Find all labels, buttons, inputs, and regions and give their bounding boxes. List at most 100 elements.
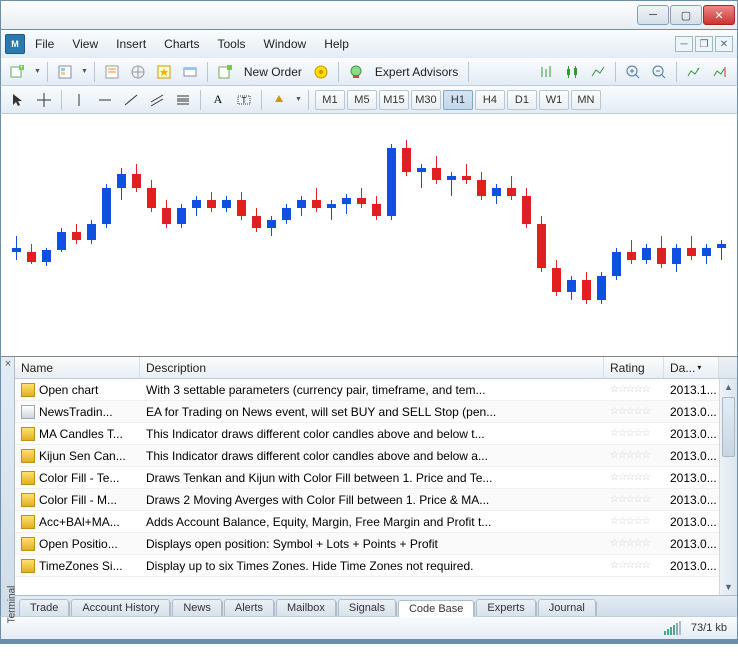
row-rating[interactable]: ☆☆☆☆☆ — [604, 511, 664, 532]
terminal-icon[interactable] — [179, 61, 201, 83]
terminal-close-button[interactable]: × — [2, 359, 14, 371]
table-row[interactable]: Open chartWith 3 settable parameters (cu… — [15, 379, 719, 401]
chevron-down-icon[interactable]: ▼ — [81, 68, 88, 75]
zoom-in-icon[interactable] — [622, 61, 644, 83]
tab-mailbox[interactable]: Mailbox — [276, 599, 336, 616]
tab-journal[interactable]: Journal — [538, 599, 596, 616]
timeframe-m30[interactable]: M30 — [411, 90, 441, 110]
auto-scroll-icon[interactable] — [683, 61, 705, 83]
bar-chart-icon[interactable] — [535, 61, 557, 83]
col-header-date[interactable]: Da...▾ — [664, 357, 719, 378]
col-header-description[interactable]: Description — [140, 357, 604, 378]
row-rating[interactable]: ☆☆☆☆☆ — [604, 423, 664, 444]
menu-charts[interactable]: Charts — [156, 34, 207, 54]
mdi-restore-button[interactable]: ❐ — [695, 36, 713, 52]
script-icon — [21, 405, 35, 419]
row-date: 2013.0... — [664, 533, 719, 554]
timeframe-w1[interactable]: W1 — [539, 90, 569, 110]
tab-signals[interactable]: Signals — [338, 599, 396, 616]
table-row[interactable]: NewsTradin...EA for Trading on News even… — [15, 401, 719, 423]
scroll-thumb[interactable] — [722, 397, 735, 457]
channel-icon[interactable] — [146, 89, 168, 111]
row-rating[interactable]: ☆☆☆☆☆ — [604, 533, 664, 554]
table-row[interactable]: MA Candles T...This Indicator draws diff… — [15, 423, 719, 445]
menu-help[interactable]: Help — [316, 34, 357, 54]
timeframe-h1[interactable]: H1 — [443, 90, 473, 110]
horizontal-line-icon[interactable] — [94, 89, 116, 111]
profiles-icon[interactable] — [54, 61, 76, 83]
row-date: 2013.0... — [664, 467, 719, 488]
new-order-icon[interactable] — [214, 61, 236, 83]
row-rating[interactable]: ☆☆☆☆☆ — [604, 379, 664, 400]
row-rating[interactable]: ☆☆☆☆☆ — [604, 489, 664, 510]
crosshair-icon[interactable] — [33, 89, 55, 111]
tab-trade[interactable]: Trade — [19, 599, 69, 616]
col-header-rating[interactable]: Rating — [604, 357, 664, 378]
maximize-button[interactable]: ▢ — [670, 5, 702, 25]
scrollbar-vertical[interactable]: ▲ ▼ — [719, 379, 737, 595]
row-name: Color Fill - Te... — [39, 471, 119, 485]
close-button[interactable]: ✕ — [703, 5, 735, 25]
menu-view[interactable]: View — [64, 34, 106, 54]
chevron-down-icon[interactable]: ▼ — [34, 68, 41, 75]
row-rating[interactable]: ☆☆☆☆☆ — [604, 401, 664, 422]
scroll-down-icon[interactable]: ▼ — [720, 579, 737, 595]
chart-shift-icon[interactable] — [709, 61, 731, 83]
candlestick-chart — [1, 114, 737, 356]
timeframe-m15[interactable]: M15 — [379, 90, 409, 110]
table-row[interactable]: Open Positio...Displays open position: S… — [15, 533, 719, 555]
new-chart-icon[interactable]: + — [7, 61, 29, 83]
tab-account-history[interactable]: Account History — [71, 599, 170, 616]
col-header-name[interactable]: Name — [15, 357, 140, 378]
traffic-label: 73/1 kb — [691, 622, 727, 634]
table-row[interactable]: Color Fill - M...Draws 2 Moving Averges … — [15, 489, 719, 511]
timeframe-m1[interactable]: M1 — [315, 90, 345, 110]
minimize-button[interactable]: ─ — [637, 5, 669, 25]
tab-news[interactable]: News — [172, 599, 222, 616]
script-icon — [21, 449, 35, 463]
zoom-out-icon[interactable] — [648, 61, 670, 83]
row-rating[interactable]: ☆☆☆☆☆ — [604, 467, 664, 488]
tab-alerts[interactable]: Alerts — [224, 599, 274, 616]
metaquotes-icon[interactable] — [310, 61, 332, 83]
cursor-icon[interactable] — [7, 89, 29, 111]
text-label-icon[interactable]: T — [233, 89, 255, 111]
table-row[interactable]: Kijun Sen Can...This Indicator draws dif… — [15, 445, 719, 467]
trendline-icon[interactable] — [120, 89, 142, 111]
timeframe-m5[interactable]: M5 — [347, 90, 377, 110]
market-watch-icon[interactable] — [101, 61, 123, 83]
timeframe-mn[interactable]: MN — [571, 90, 601, 110]
table-row[interactable]: TimeZones Si...Display up to six Times Z… — [15, 555, 719, 577]
expert-advisors-icon[interactable] — [345, 61, 367, 83]
row-desc: Displays open position: Symbol + Lots + … — [140, 533, 604, 554]
navigator-icon[interactable] — [127, 61, 149, 83]
row-desc: Draws Tenkan and Kijun with Color Fill b… — [140, 467, 604, 488]
timeframe-d1[interactable]: D1 — [507, 90, 537, 110]
mdi-close-button[interactable]: ✕ — [715, 36, 733, 52]
candlestick-chart-icon[interactable] — [561, 61, 583, 83]
row-desc: With 3 settable parameters (currency pai… — [140, 379, 604, 400]
expert-advisors-label[interactable]: Expert Advisors — [371, 63, 462, 81]
menu-window[interactable]: Window — [256, 34, 315, 54]
mdi-minimize-button[interactable]: ─ — [675, 36, 693, 52]
tab-code-base[interactable]: Code Base — [398, 600, 474, 617]
line-chart-icon[interactable] — [587, 61, 609, 83]
chevron-down-icon[interactable]: ▼ — [295, 96, 302, 103]
vertical-line-icon[interactable] — [68, 89, 90, 111]
row-rating[interactable]: ☆☆☆☆☆ — [604, 555, 664, 576]
chart-area[interactable] — [0, 114, 738, 356]
row-rating[interactable]: ☆☆☆☆☆ — [604, 445, 664, 466]
fibonacci-icon[interactable] — [172, 89, 194, 111]
menu-insert[interactable]: Insert — [108, 34, 154, 54]
menu-file[interactable]: File — [27, 34, 62, 54]
scroll-up-icon[interactable]: ▲ — [720, 379, 737, 395]
data-window-icon[interactable] — [153, 61, 175, 83]
menu-tools[interactable]: Tools — [210, 34, 254, 54]
table-row[interactable]: Color Fill - Te... Draws Tenkan and Kijun… — [15, 467, 719, 489]
new-order-label[interactable]: New Order — [240, 63, 306, 81]
tab-experts[interactable]: Experts — [476, 599, 535, 616]
arrows-icon[interactable] — [268, 89, 290, 111]
timeframe-h4[interactable]: H4 — [475, 90, 505, 110]
table-row[interactable]: Acc+BAl+MA...Adds Account Balance, Equit… — [15, 511, 719, 533]
text-icon[interactable]: A — [207, 89, 229, 111]
